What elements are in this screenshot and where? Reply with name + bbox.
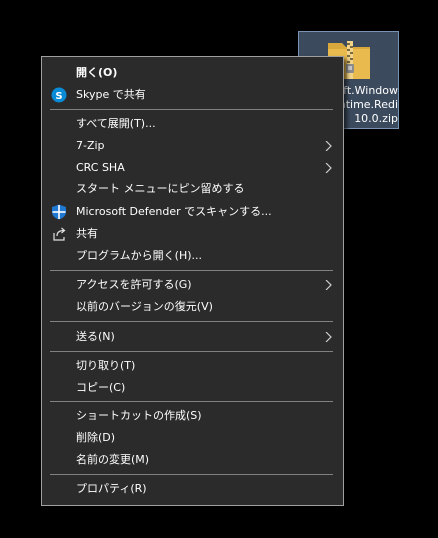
menu-item-label: 以前のバージョンの復元(V) [76, 300, 213, 313]
menu-item-copy[interactable]: コピー(C) [42, 377, 343, 399]
menu-item-delete[interactable]: 削除(D) [42, 427, 343, 449]
menu-separator [50, 321, 333, 322]
skype-icon: S [51, 87, 67, 103]
menu-item-label: すべて展開(T)... [76, 117, 156, 130]
menu-item-7zip[interactable]: 7-Zip [42, 135, 343, 157]
menu-separator [50, 270, 333, 271]
menu-item-label: 名前の変更(M) [76, 453, 150, 466]
menu-item-extract-all[interactable]: すべて展開(T)... [42, 113, 343, 135]
menu-item-cut[interactable]: 切り取り(T) [42, 355, 343, 377]
menu-item-label: 開く(O) [76, 66, 118, 79]
menu-item-label: Skype で共有 [76, 88, 146, 101]
menu-item-label: 共有 [76, 227, 98, 240]
chevron-right-icon [325, 332, 332, 342]
menu-item-crc-sha[interactable]: CRC SHA [42, 157, 343, 179]
menu-item-label: 削除(D) [76, 431, 116, 444]
menu-item-pin-to-start[interactable]: スタート メニューにピン留めする [42, 178, 343, 200]
menu-separator [50, 474, 333, 475]
menu-item-label: プロパティ(R) [76, 482, 147, 495]
menu-item-open[interactable]: 開く(O) [42, 62, 343, 84]
menu-separator [50, 109, 333, 110]
chevron-right-icon [325, 163, 332, 173]
menu-item-label: 7-Zip [76, 139, 105, 152]
menu-item-restore-versions[interactable]: 以前のバージョンの復元(V) [42, 296, 343, 318]
context-menu: 開く(O) S Skype で共有 すべて展開(T)... 7-Zip CRC … [41, 56, 344, 506]
menu-item-properties[interactable]: プロパティ(R) [42, 478, 343, 500]
menu-item-label: プログラムから開く(H)... [76, 249, 203, 262]
menu-separator [50, 351, 333, 352]
menu-item-label: CRC SHA [76, 161, 125, 174]
chevron-right-icon [325, 280, 332, 290]
menu-item-open-with[interactable]: プログラムから開く(H)... [42, 245, 343, 267]
menu-item-defender-scan[interactable]: Microsoft Defender でスキャンする... [42, 201, 343, 223]
menu-item-label: 切り取り(T) [76, 359, 136, 372]
chevron-right-icon [325, 141, 332, 151]
menu-item-label: スタート メニューにピン留めする [76, 182, 245, 195]
svg-text:S: S [55, 91, 62, 102]
menu-item-label: ショートカットの作成(S) [76, 409, 202, 422]
menu-item-label: 送る(N) [76, 330, 115, 343]
menu-item-create-shortcut[interactable]: ショートカットの作成(S) [42, 405, 343, 427]
share-icon [53, 227, 66, 241]
defender-shield-icon [52, 204, 66, 220]
menu-item-share[interactable]: 共有 [42, 223, 343, 245]
menu-item-label: アクセスを許可する(G) [76, 278, 192, 291]
menu-item-rename[interactable]: 名前の変更(M) [42, 449, 343, 471]
menu-item-label: コピー(C) [76, 381, 126, 394]
menu-item-give-access[interactable]: アクセスを許可する(G) [42, 274, 343, 296]
menu-separator [50, 401, 333, 402]
menu-item-skype-share[interactable]: S Skype で共有 [42, 84, 343, 106]
menu-item-send-to[interactable]: 送る(N) [42, 326, 343, 348]
menu-item-label: Microsoft Defender でスキャンする... [76, 205, 272, 218]
desktop: oft.Window untime.Redi 10.0.zip 開く(O) S … [0, 0, 438, 538]
